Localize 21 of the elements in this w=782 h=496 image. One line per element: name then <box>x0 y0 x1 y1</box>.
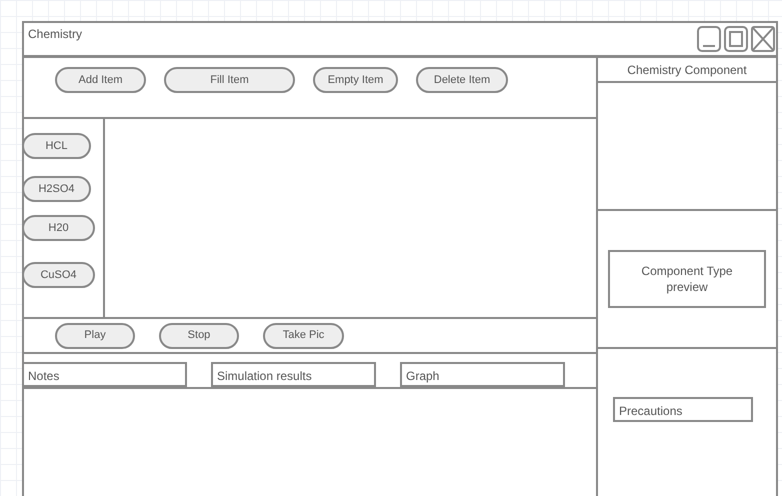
toolbar-button[interactable]: Delete Item <box>416 67 508 93</box>
output-tab[interactable]: Graph <box>400 362 565 387</box>
reagent-button[interactable]: H2SO4 <box>22 176 91 202</box>
close-icon[interactable] <box>751 26 775 52</box>
minimize-icon[interactable] <box>697 26 721 52</box>
playback-button[interactable]: Take Pic <box>263 322 344 348</box>
toolbar-button[interactable]: Fill Item <box>164 67 295 93</box>
precautions-field[interactable]: Precautions <box>613 397 753 422</box>
reagent-button[interactable]: H20 <box>22 215 95 241</box>
maximize-icon[interactable] <box>724 26 748 52</box>
output-tab[interactable]: Notes <box>22 362 187 387</box>
output-tab[interactable]: Simulation results <box>211 362 376 387</box>
toolbar-button[interactable]: Empty Item <box>313 67 398 93</box>
reagent-button[interactable]: HCL <box>22 133 91 159</box>
preview-box: Component Type preview <box>608 250 766 308</box>
panel-header: Chemistry Component <box>598 58 776 83</box>
playback-button[interactable]: Play <box>55 322 135 348</box>
window-title: Chemistry <box>27 26 82 43</box>
toolbar-button[interactable]: Add Item <box>55 67 146 93</box>
reagent-button[interactable]: CuSO4 <box>22 262 95 288</box>
playback-button[interactable]: Stop <box>159 322 239 348</box>
